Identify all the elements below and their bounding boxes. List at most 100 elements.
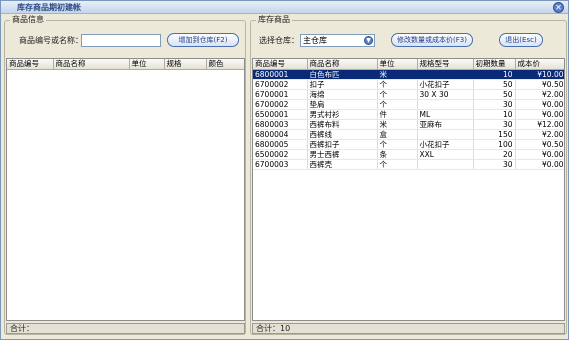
edit-quantity-cost-button[interactable]: 修改数量或成本价(F3) — [391, 33, 473, 47]
table-cell: 盒 — [377, 129, 418, 140]
table-cell: 6500001 — [253, 109, 308, 120]
table-cell: 个 — [377, 159, 418, 170]
table-cell: 100 — [473, 139, 516, 150]
table-row[interactable]: 6700003 西裤壳个 30 ¥0.00 — [253, 159, 564, 170]
table-cell: 6700003 — [253, 159, 308, 170]
stock-list-grid[interactable]: 商品编号 商品名称 单位 规格型号 初期数量 成本价 6800001 白色布匹米 1… — [252, 58, 565, 321]
column-header[interactable]: 商品编号 — [7, 59, 54, 70]
table-cell — [417, 159, 474, 170]
table-cell: ¥0.00 — [515, 109, 564, 120]
table-cell: 6800001 — [253, 69, 308, 80]
table-cell: 个 — [377, 99, 418, 110]
table-cell — [417, 129, 474, 140]
table-cell: 10 — [473, 69, 516, 80]
table-cell: ¥0.50 — [515, 79, 564, 90]
close-icon[interactable]: ✕ — [553, 2, 564, 13]
exit-button[interactable]: 退出(Esc) — [499, 33, 543, 47]
table-cell: 男士西裤 — [307, 149, 378, 160]
table-cell: 30 X 30 — [417, 89, 474, 100]
column-header[interactable]: 商品编号 — [253, 59, 308, 70]
table-cell: ¥2.00 — [515, 129, 564, 140]
table-cell: 小花扣子 — [417, 79, 474, 90]
column-header[interactable]: 规格 — [164, 59, 207, 70]
table-row[interactable]: 6800004 西裤线盒 150 ¥2.00 — [253, 129, 564, 140]
table-cell: XXL — [417, 149, 474, 160]
table-cell: 个 — [377, 139, 418, 150]
column-header[interactable]: 规格型号 — [417, 59, 474, 70]
column-header[interactable]: 商品名称 — [53, 59, 130, 70]
main-window: 库存商品期初建帐 ✕ 商品信息 商品编号或名称： 增加到仓库(F2) 商品编号 … — [0, 0, 569, 340]
title-bar: 库存商品期初建帐 ✕ — [1, 1, 568, 14]
table-cell — [417, 99, 474, 110]
table-cell: 6700001 — [253, 89, 308, 100]
window-title: 库存商品期初建帐 — [17, 3, 81, 12]
table-cell: 小花扣子 — [417, 139, 474, 150]
table-cell: 西裤线 — [307, 129, 378, 140]
table-cell: 男式衬衫 — [307, 109, 378, 120]
table-cell — [417, 69, 474, 80]
table-cell: 海绵 — [307, 89, 378, 100]
warehouse-select-value: 主仓库 — [303, 36, 327, 45]
table-cell: 6700002 — [253, 99, 308, 110]
table-cell: ¥10.00 — [515, 69, 564, 80]
table-cell: 个 — [377, 79, 418, 90]
table-cell: 米 — [377, 119, 418, 130]
table-cell: 6800004 — [253, 129, 308, 140]
table-cell: ¥0.00 — [515, 149, 564, 160]
table-row[interactable]: 6500001 男式衬衫件 ML 10 ¥0.00 — [253, 109, 564, 120]
product-list-grid[interactable]: 商品编号 商品名称 单位 规格 颜色 — [6, 58, 245, 321]
stock-list-header: 商品编号 商品名称 单位 规格型号 初期数量 成本价 — [253, 59, 564, 70]
table-cell: 垫肩 — [307, 99, 378, 110]
table-cell: 西裤扣子 — [307, 139, 378, 150]
table-cell: 西裤壳 — [307, 159, 378, 170]
table-row[interactable]: 6800005 西裤扣子个小花扣子 100 ¥0.50 — [253, 139, 564, 150]
column-header[interactable]: 单位 — [129, 59, 165, 70]
table-row[interactable]: 6700002 垫肩个 30 ¥0.00 — [253, 99, 564, 110]
product-list-status: 合计： — [6, 323, 245, 334]
warehouse-label: 选择仓库： — [259, 36, 299, 45]
table-cell: 30 — [473, 159, 516, 170]
table-cell: ¥2.00 — [515, 89, 564, 100]
add-to-warehouse-button[interactable]: 增加到仓库(F2) — [167, 33, 239, 47]
table-cell: 150 — [473, 129, 516, 140]
stock-group-title: 库存商品 — [256, 15, 292, 25]
table-cell: 米 — [377, 69, 418, 80]
table-cell: 条 — [377, 149, 418, 160]
warehouse-select[interactable]: 主仓库 ▼ — [300, 34, 375, 47]
table-cell: 6800005 — [253, 139, 308, 150]
table-cell: 30 — [473, 99, 516, 110]
table-cell: ML — [417, 109, 474, 120]
column-header[interactable]: 成本价 — [515, 59, 564, 70]
table-row[interactable]: 6700002 扣子个小花扣子 50 ¥0.50 — [253, 79, 564, 90]
column-header[interactable]: 单位 — [377, 59, 418, 70]
table-cell: 白色布匹 — [307, 69, 378, 80]
table-row[interactable]: 6700001 海绵个 30 X 30 50 ¥2.00 — [253, 89, 564, 100]
table-row[interactable]: 6800003 西裤布料米亚麻布 30 ¥12.00 — [253, 119, 564, 130]
table-cell: 西裤布料 — [307, 119, 378, 130]
table-cell: 50 — [473, 79, 516, 90]
table-cell: 扣子 — [307, 79, 378, 90]
search-input[interactable] — [81, 34, 161, 47]
table-cell: 件 — [377, 109, 418, 120]
table-cell: 10 — [473, 109, 516, 120]
table-cell: 50 — [473, 89, 516, 100]
column-header[interactable]: 商品名称 — [307, 59, 378, 70]
product-info-group-title: 商品信息 — [10, 15, 46, 25]
table-cell: ¥12.00 — [515, 119, 564, 130]
chevron-down-icon[interactable]: ▼ — [364, 36, 373, 45]
table-row[interactable]: 6800001 白色布匹米 10 ¥10.00 — [253, 69, 564, 80]
table-cell: ¥0.50 — [515, 139, 564, 150]
table-cell: 6700002 — [253, 79, 308, 90]
product-list-header: 商品编号 商品名称 单位 规格 颜色 — [7, 59, 244, 70]
table-row[interactable]: 6500002 男士西裤条 XXL 20 ¥0.00 — [253, 149, 564, 160]
table-cell: ¥0.00 — [515, 99, 564, 110]
column-header[interactable]: 初期数量 — [473, 59, 516, 70]
table-cell: ¥0.00 — [515, 159, 564, 170]
table-cell: 亚麻布 — [417, 119, 474, 130]
table-cell: 个 — [377, 89, 418, 100]
table-cell: 6500002 — [253, 149, 308, 160]
stock-list-status: 合计：10 — [252, 323, 565, 334]
table-cell: 6800003 — [253, 119, 308, 130]
table-cell: 30 — [473, 119, 516, 130]
column-header[interactable]: 颜色 — [206, 59, 244, 70]
